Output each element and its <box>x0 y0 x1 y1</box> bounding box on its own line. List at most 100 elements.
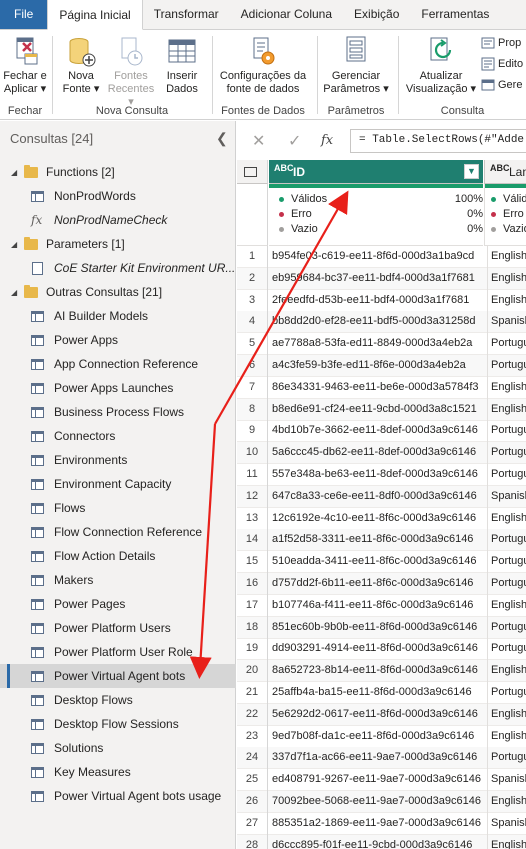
table-row[interactable]: 14 a1f52d58-3311-ee11-8f6c-000d3a9c6146 Po… <box>237 529 526 552</box>
query-item[interactable]: Desktop Flow Sessions <box>0 712 236 736</box>
query-item[interactable]: Power Apps Launches <box>0 376 236 400</box>
table-row[interactable]: 6 a4c3fe59-b3fe-ed11-8f6e-000d3a4eb2a Port… <box>237 355 526 377</box>
query-item[interactable]: fx NonProdNameCheck <box>0 208 236 232</box>
cell-language[interactable]: Spanish <box>487 311 526 334</box>
cell-language[interactable]: Portugu <box>487 551 526 574</box>
query-item[interactable]: App Connection Reference <box>0 352 236 376</box>
manage-parameters-button[interactable]: Gerenciar Parâmetros ▾ <box>320 34 392 96</box>
cell-language[interactable]: Spanish <box>487 769 526 792</box>
table-row[interactable]: 26 70092bee-5068-ee11-9ae7-000d3a9c6146 En… <box>237 791 526 813</box>
cell-id[interactable]: a1f52d58-3311-ee11-8f6c-000d3a9c6146 <box>272 529 482 550</box>
cell-id[interactable]: eb959684-bc37-ee11-bdf4-000d3a1f7681 <box>272 268 482 289</box>
expand-icon[interactable]: ◢ <box>11 240 17 249</box>
cell-id[interactable]: ed408791-9267-ee11-9ae7-000d3a9c6146 <box>272 769 482 790</box>
table-row[interactable]: 5 ae7788a8-53fa-ed11-8849-000d3a4eb2a Port… <box>237 333 526 356</box>
table-row[interactable]: 4 bb8dd2d0-ef28-ee11-bdf5-000d3a31258d Spa… <box>237 311 526 334</box>
table-row[interactable]: 16 d757dd2f-6b11-ee11-8f6c-000d3a9c6146 Po… <box>237 573 526 595</box>
query-item[interactable]: Connectors <box>0 424 236 448</box>
table-row[interactable]: 21 25affb4a-ba15-ee11-8f6d-000d3a9c6146 Po… <box>237 682 526 704</box>
tab-ferramentas[interactable]: Ferramentas <box>410 0 500 29</box>
data-source-settings-button[interactable]: Configurações da fonte de dados <box>213 34 313 96</box>
cell-language[interactable]: English ( <box>487 660 526 683</box>
column-header-lang[interactable]: ABC Lan <box>484 160 526 184</box>
cell-language[interactable]: Spanish <box>487 485 526 508</box>
cell-id[interactable]: d757dd2f-6b11-ee11-8f6c-000d3a9c6146 <box>272 573 482 594</box>
cell-language[interactable]: English ( <box>487 267 526 290</box>
tab-adicionar-coluna[interactable]: Adicionar Coluna <box>230 0 343 29</box>
query-item[interactable]: CoE Starter Kit Environment UR... <box>0 256 236 280</box>
cell-language[interactable]: Portugu <box>487 420 526 443</box>
recent-sources-button[interactable]: Fontes Recentes ▾ <box>106 34 156 109</box>
table-row[interactable]: 3 2feeedfd-d53b-ee11-bdf4-000d3a1f7681 Eng… <box>237 289 526 312</box>
cell-language[interactable]: Portugu <box>487 616 526 639</box>
table-row[interactable]: 15 510eadda-3411-ee11-8f6c-000d3a9c6146 Po… <box>237 551 526 574</box>
table-row[interactable]: 9 4bd10b7e-3662-ee11-8def-000d3a9c6146 Por… <box>237 420 526 443</box>
table-row[interactable]: 1 b954fe03-c619-ee11-8f6d-000d3a1ba9cd Eng… <box>237 246 526 268</box>
properties-button[interactable]: Prop <box>481 36 521 50</box>
cell-id[interactable]: 337d7f1a-ac66-ee11-9ae7-000d3a9c6146 <box>272 747 482 768</box>
column-header-id[interactable]: ABC ID ▼ <box>269 160 483 184</box>
cell-id[interactable]: 2feeedfd-d53b-ee11-bdf4-000d3a1f7681 <box>272 290 482 311</box>
table-row[interactable]: 2 eb959684-bc37-ee11-bdf4-000d3a1f7681 Eng… <box>237 267 526 290</box>
cell-id[interactable]: 557e348a-be63-ee11-8def-000d3a9c6146 <box>272 464 482 485</box>
cell-language[interactable]: English ( <box>487 398 526 421</box>
cell-id[interactable]: b107746a-f411-ee11-8f6c-000d3a9c6146 <box>272 595 482 616</box>
query-item[interactable]: Environments <box>0 448 236 472</box>
query-item[interactable]: Flow Action Details <box>0 544 236 568</box>
cell-language[interactable]: Portugu <box>487 638 526 661</box>
table-row[interactable]: 17 b107746a-f411-ee11-8f6c-000d3a9c6146 En… <box>237 594 526 617</box>
cell-id[interactable]: 885351a2-1869-ee11-9ae7-000d3a9c6146 <box>272 813 482 834</box>
cell-language[interactable]: English ( <box>487 507 526 530</box>
table-row[interactable]: 19 dd903291-4914-ee11-8f6d-000d3a9c6146 Po… <box>237 638 526 661</box>
cell-language[interactable]: English ( <box>487 594 526 617</box>
query-item[interactable]: Environment Capacity <box>0 472 236 496</box>
new-source-button[interactable]: Nova Fonte ▾ <box>58 34 104 96</box>
query-item[interactable]: AI Builder Models <box>0 304 236 328</box>
formula-input[interactable]: = Table.SelectRows(#"Adde <box>350 129 526 153</box>
cell-id[interactable]: 8a652723-8b14-ee11-8f6d-000d3a9c6146 <box>272 660 482 681</box>
cell-id[interactable]: bb8dd2d0-ef28-ee11-bdf5-000d3a31258d <box>272 311 482 332</box>
query-item[interactable]: Solutions <box>0 736 236 760</box>
expand-icon[interactable]: ◢ <box>11 288 17 297</box>
table-row[interactable]: 25 ed408791-9267-ee11-9ae7-000d3a9c6146 Sp… <box>237 769 526 792</box>
refresh-preview-button[interactable]: Atualizar Visualização ▾ <box>403 34 479 96</box>
insert-data-button[interactable]: Inserir Dados <box>160 34 204 96</box>
query-item[interactable]: Power Apps <box>0 328 236 352</box>
table-row[interactable]: 18 851ec60b-9b0b-ee11-8f6d-000d3a9c6146 Po… <box>237 616 526 639</box>
table-row[interactable]: 10 5a6ccc45-db62-ee11-8def-000d3a9c6146 Po… <box>237 442 526 465</box>
fx-icon[interactable]: fx <box>321 133 333 148</box>
cell-id[interactable]: 5a6ccc45-db62-ee11-8def-000d3a9c6146 <box>272 442 482 463</box>
cancel-icon[interactable]: ✕ <box>252 131 265 151</box>
query-item[interactable]: Flow Connection Reference <box>0 520 236 544</box>
cell-id[interactable]: 5e6292d2-0617-ee11-8f6d-000d3a9c6146 <box>272 704 482 725</box>
cell-id[interactable]: 9ed7b08f-da1c-ee11-8f6d-000d3a9c6146 <box>272 726 482 747</box>
query-item[interactable]: Key Measures <box>0 760 236 784</box>
query-item[interactable]: Power Platform Users <box>0 616 236 640</box>
cell-language[interactable]: Portugu <box>487 747 526 770</box>
table-row[interactable]: 13 12c6192e-4c10-ee11-8f6c-000d3a9c6146 En… <box>237 507 526 530</box>
cell-id[interactable]: dd903291-4914-ee11-8f6d-000d3a9c6146 <box>272 638 482 659</box>
chevron-left-icon[interactable]: ❮ <box>216 130 228 147</box>
cell-language[interactable]: English ( <box>487 725 526 748</box>
cell-language[interactable]: English ( <box>487 703 526 726</box>
tab-pagina-inicial[interactable]: Página Inicial <box>47 0 143 30</box>
table-row[interactable]: 11 557e348a-be63-ee11-8def-000d3a9c6146 Po… <box>237 464 526 486</box>
query-item[interactable]: Desktop Flows <box>0 688 236 712</box>
manage-button[interactable]: Gere <box>481 78 522 92</box>
tab-file[interactable]: File <box>0 0 48 29</box>
cell-id[interactable]: 25affb4a-ba15-ee11-8f6d-000d3a9c6146 <box>272 682 482 703</box>
cell-language[interactable]: English ( <box>487 246 526 268</box>
cell-language[interactable]: Portugu <box>487 355 526 377</box>
query-group[interactable]: ◢ Outras Consultas [21] <box>0 280 236 304</box>
query-item[interactable]: Power Pages <box>0 592 236 616</box>
cell-language[interactable]: Portugu <box>487 529 526 552</box>
cell-id[interactable]: 647c8a33-ce6e-ee11-8df0-000d3a9c6146 <box>272 486 482 507</box>
table-row[interactable]: 24 337d7f1a-ac66-ee11-9ae7-000d3a9c6146 Po… <box>237 747 526 770</box>
cell-language[interactable]: Portugu <box>487 442 526 465</box>
table-row[interactable]: 12 647c8a33-ce6e-ee11-8df0-000d3a9c6146 Sp… <box>237 485 526 508</box>
table-row[interactable]: 22 5e6292d2-0617-ee11-8f6d-000d3a9c6146 En… <box>237 703 526 726</box>
cell-id[interactable]: 70092bee-5068-ee11-9ae7-000d3a9c6146 <box>272 791 482 812</box>
query-item[interactable]: Business Process Flows <box>0 400 236 424</box>
cell-language[interactable]: Portugu <box>487 333 526 356</box>
cell-language[interactable]: Spanish <box>487 812 526 835</box>
